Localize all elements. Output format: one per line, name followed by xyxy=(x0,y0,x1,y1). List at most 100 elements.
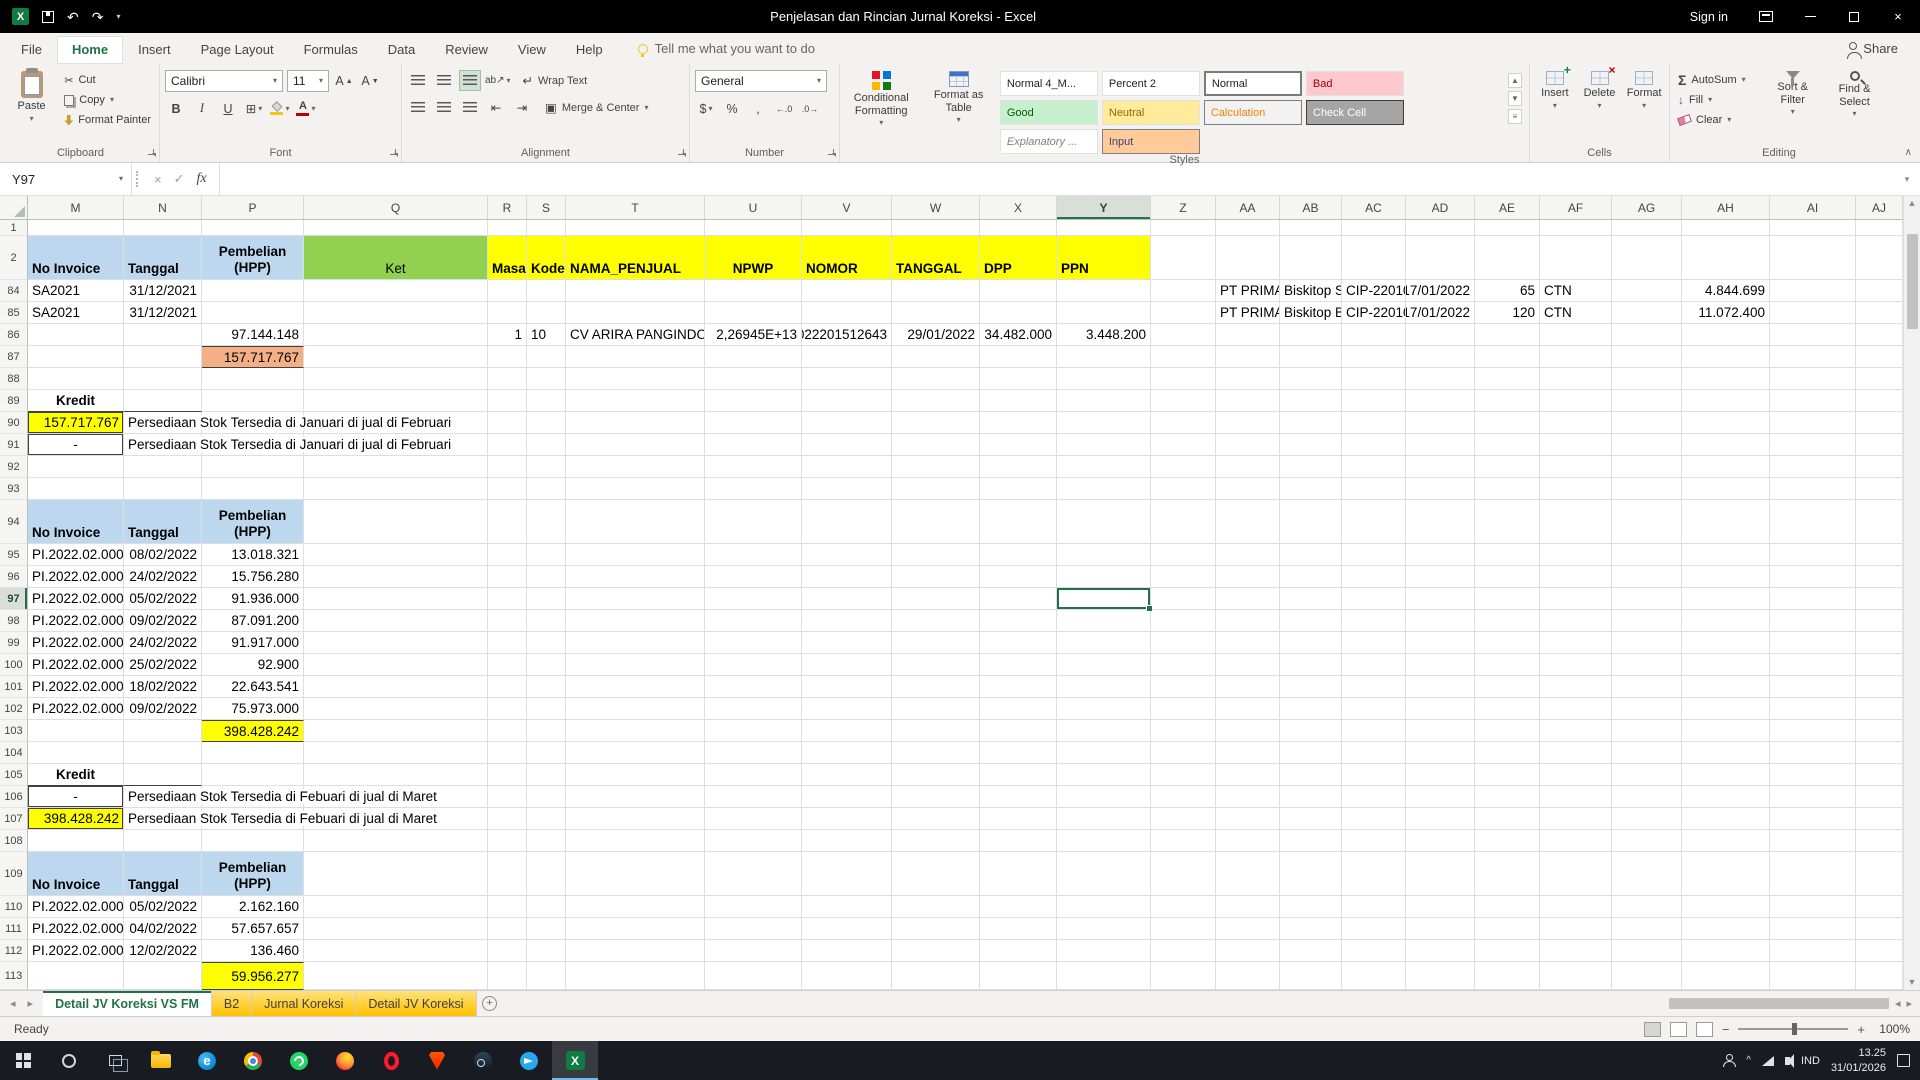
taskbar-search-button[interactable] xyxy=(46,1041,92,1080)
font-name-select[interactable]: Calibri▾ xyxy=(165,70,283,92)
cell-AJ105[interactable] xyxy=(1856,764,1903,786)
cell-Y88[interactable] xyxy=(1057,368,1151,390)
cell-Q94[interactable] xyxy=(304,500,488,544)
cell-AD95[interactable] xyxy=(1406,544,1475,566)
cell-M87[interactable] xyxy=(28,346,124,368)
cell-AF92[interactable] xyxy=(1540,456,1612,478)
cell-N85[interactable]: 31/12/2021 xyxy=(124,302,202,324)
cell-X84[interactable] xyxy=(980,280,1057,302)
cell-AC112[interactable] xyxy=(1342,940,1406,962)
cell-AB93[interactable] xyxy=(1280,478,1342,500)
cell-AB1[interactable] xyxy=(1280,220,1342,236)
cell-AG110[interactable] xyxy=(1612,896,1682,918)
minimize-button[interactable] xyxy=(1788,0,1832,33)
vertical-scroll-thumb[interactable] xyxy=(1907,234,1918,329)
cell-V86[interactable]: 100022201512643 xyxy=(802,324,892,346)
cell-Q2[interactable]: Ket xyxy=(304,236,488,280)
cell-AD102[interactable] xyxy=(1406,698,1475,720)
cell-AB107[interactable] xyxy=(1280,808,1342,830)
cell-AF110[interactable] xyxy=(1540,896,1612,918)
cell-S112[interactable] xyxy=(527,940,566,962)
cell-AC97[interactable] xyxy=(1342,588,1406,610)
cell-AC99[interactable] xyxy=(1342,632,1406,654)
cell-AH100[interactable] xyxy=(1682,654,1770,676)
delete-cells-button[interactable]: × Delete▾ xyxy=(1580,67,1620,143)
insert-cells-button[interactable]: + Insert▾ xyxy=(1535,67,1575,143)
cell-Y95[interactable] xyxy=(1057,544,1151,566)
cell-AH84[interactable]: 4.844.699 xyxy=(1682,280,1770,302)
cell-M97[interactable]: PI.2022.02.00057 xyxy=(28,588,124,610)
ribbon-tab-data[interactable]: Data xyxy=(373,36,430,64)
cell-AH90[interactable] xyxy=(1682,412,1770,434)
cell-V97[interactable] xyxy=(802,588,892,610)
cell-M98[interactable]: PI.2022.02.00008 xyxy=(28,610,124,632)
column-header-AF[interactable]: AF xyxy=(1540,196,1612,219)
cell-Z102[interactable] xyxy=(1151,698,1216,720)
bottom-align-button[interactable] xyxy=(459,70,481,91)
cell-AB103[interactable] xyxy=(1280,720,1342,742)
cell-X86[interactable]: 34.482.000 xyxy=(980,324,1057,346)
cell-N92[interactable] xyxy=(124,456,202,478)
find-select-button[interactable]: Find & Select▾ xyxy=(1826,67,1883,143)
cell-V113[interactable] xyxy=(802,962,892,990)
cell-Y109[interactable] xyxy=(1057,852,1151,896)
cell-M107[interactable]: 398.428.242 xyxy=(28,808,124,830)
cell-W87[interactable] xyxy=(892,346,980,368)
cell-AA103[interactable] xyxy=(1216,720,1280,742)
cell-AH106[interactable] xyxy=(1682,786,1770,808)
cell-AE94[interactable] xyxy=(1475,500,1540,544)
cell-Z91[interactable] xyxy=(1151,434,1216,456)
taskbar-app-file-explorer[interactable] xyxy=(138,1041,184,1080)
cell-AI92[interactable] xyxy=(1770,456,1856,478)
cell-T98[interactable] xyxy=(566,610,705,632)
cell-U2[interactable]: NPWP xyxy=(705,236,802,280)
cell-AC108[interactable] xyxy=(1342,830,1406,852)
cell-Q102[interactable] xyxy=(304,698,488,720)
cell-U108[interactable] xyxy=(705,830,802,852)
cell-AG98[interactable] xyxy=(1612,610,1682,632)
cell-U96[interactable] xyxy=(705,566,802,588)
cell-AI98[interactable] xyxy=(1770,610,1856,632)
cell-AD92[interactable] xyxy=(1406,456,1475,478)
cell-style-normal[interactable]: Normal xyxy=(1204,71,1302,96)
cell-T108[interactable] xyxy=(566,830,705,852)
cell-R84[interactable] xyxy=(488,280,527,302)
taskbar-app-excel[interactable] xyxy=(552,1041,598,1080)
ribbon-tab-file[interactable]: File xyxy=(6,36,57,64)
cell-T90[interactable] xyxy=(566,412,705,434)
cell-Q111[interactable] xyxy=(304,918,488,940)
cell-T113[interactable] xyxy=(566,962,705,990)
scroll-right-icon[interactable]: ▸ xyxy=(1906,997,1912,1010)
cell-AF85[interactable]: CTN xyxy=(1540,302,1612,324)
cell-AG112[interactable] xyxy=(1612,940,1682,962)
cell-AG92[interactable] xyxy=(1612,456,1682,478)
cell-T94[interactable] xyxy=(566,500,705,544)
column-header-AC[interactable]: AC xyxy=(1342,196,1406,219)
cell-N104[interactable] xyxy=(124,742,202,764)
cell-AE2[interactable] xyxy=(1475,236,1540,280)
cell-AH94[interactable] xyxy=(1682,500,1770,544)
cell-AA111[interactable] xyxy=(1216,918,1280,940)
cell-M99[interactable]: PI.2022.02.00044 xyxy=(28,632,124,654)
cell-AA1[interactable] xyxy=(1216,220,1280,236)
cell-Q84[interactable] xyxy=(304,280,488,302)
cell-S90[interactable] xyxy=(527,412,566,434)
cell-Q98[interactable] xyxy=(304,610,488,632)
row-header-106[interactable]: 106 xyxy=(0,786,28,808)
cell-X104[interactable] xyxy=(980,742,1057,764)
cell-R109[interactable] xyxy=(488,852,527,896)
cell-W107[interactable] xyxy=(892,808,980,830)
fill-button[interactable]: ↓ Fill▾ xyxy=(1675,90,1759,110)
cell-AF101[interactable] xyxy=(1540,676,1612,698)
cell-N2[interactable]: Tanggal xyxy=(124,236,202,280)
cell-AH96[interactable] xyxy=(1682,566,1770,588)
cell-Q110[interactable] xyxy=(304,896,488,918)
cell-M91[interactable]: - xyxy=(28,434,124,456)
cell-AH93[interactable] xyxy=(1682,478,1770,500)
taskbar-app-opera[interactable] xyxy=(368,1041,414,1080)
cell-AJ96[interactable] xyxy=(1856,566,1903,588)
cell-AI97[interactable] xyxy=(1770,588,1856,610)
cell-Z89[interactable] xyxy=(1151,390,1216,412)
cell-AC1[interactable] xyxy=(1342,220,1406,236)
cell-AD106[interactable] xyxy=(1406,786,1475,808)
